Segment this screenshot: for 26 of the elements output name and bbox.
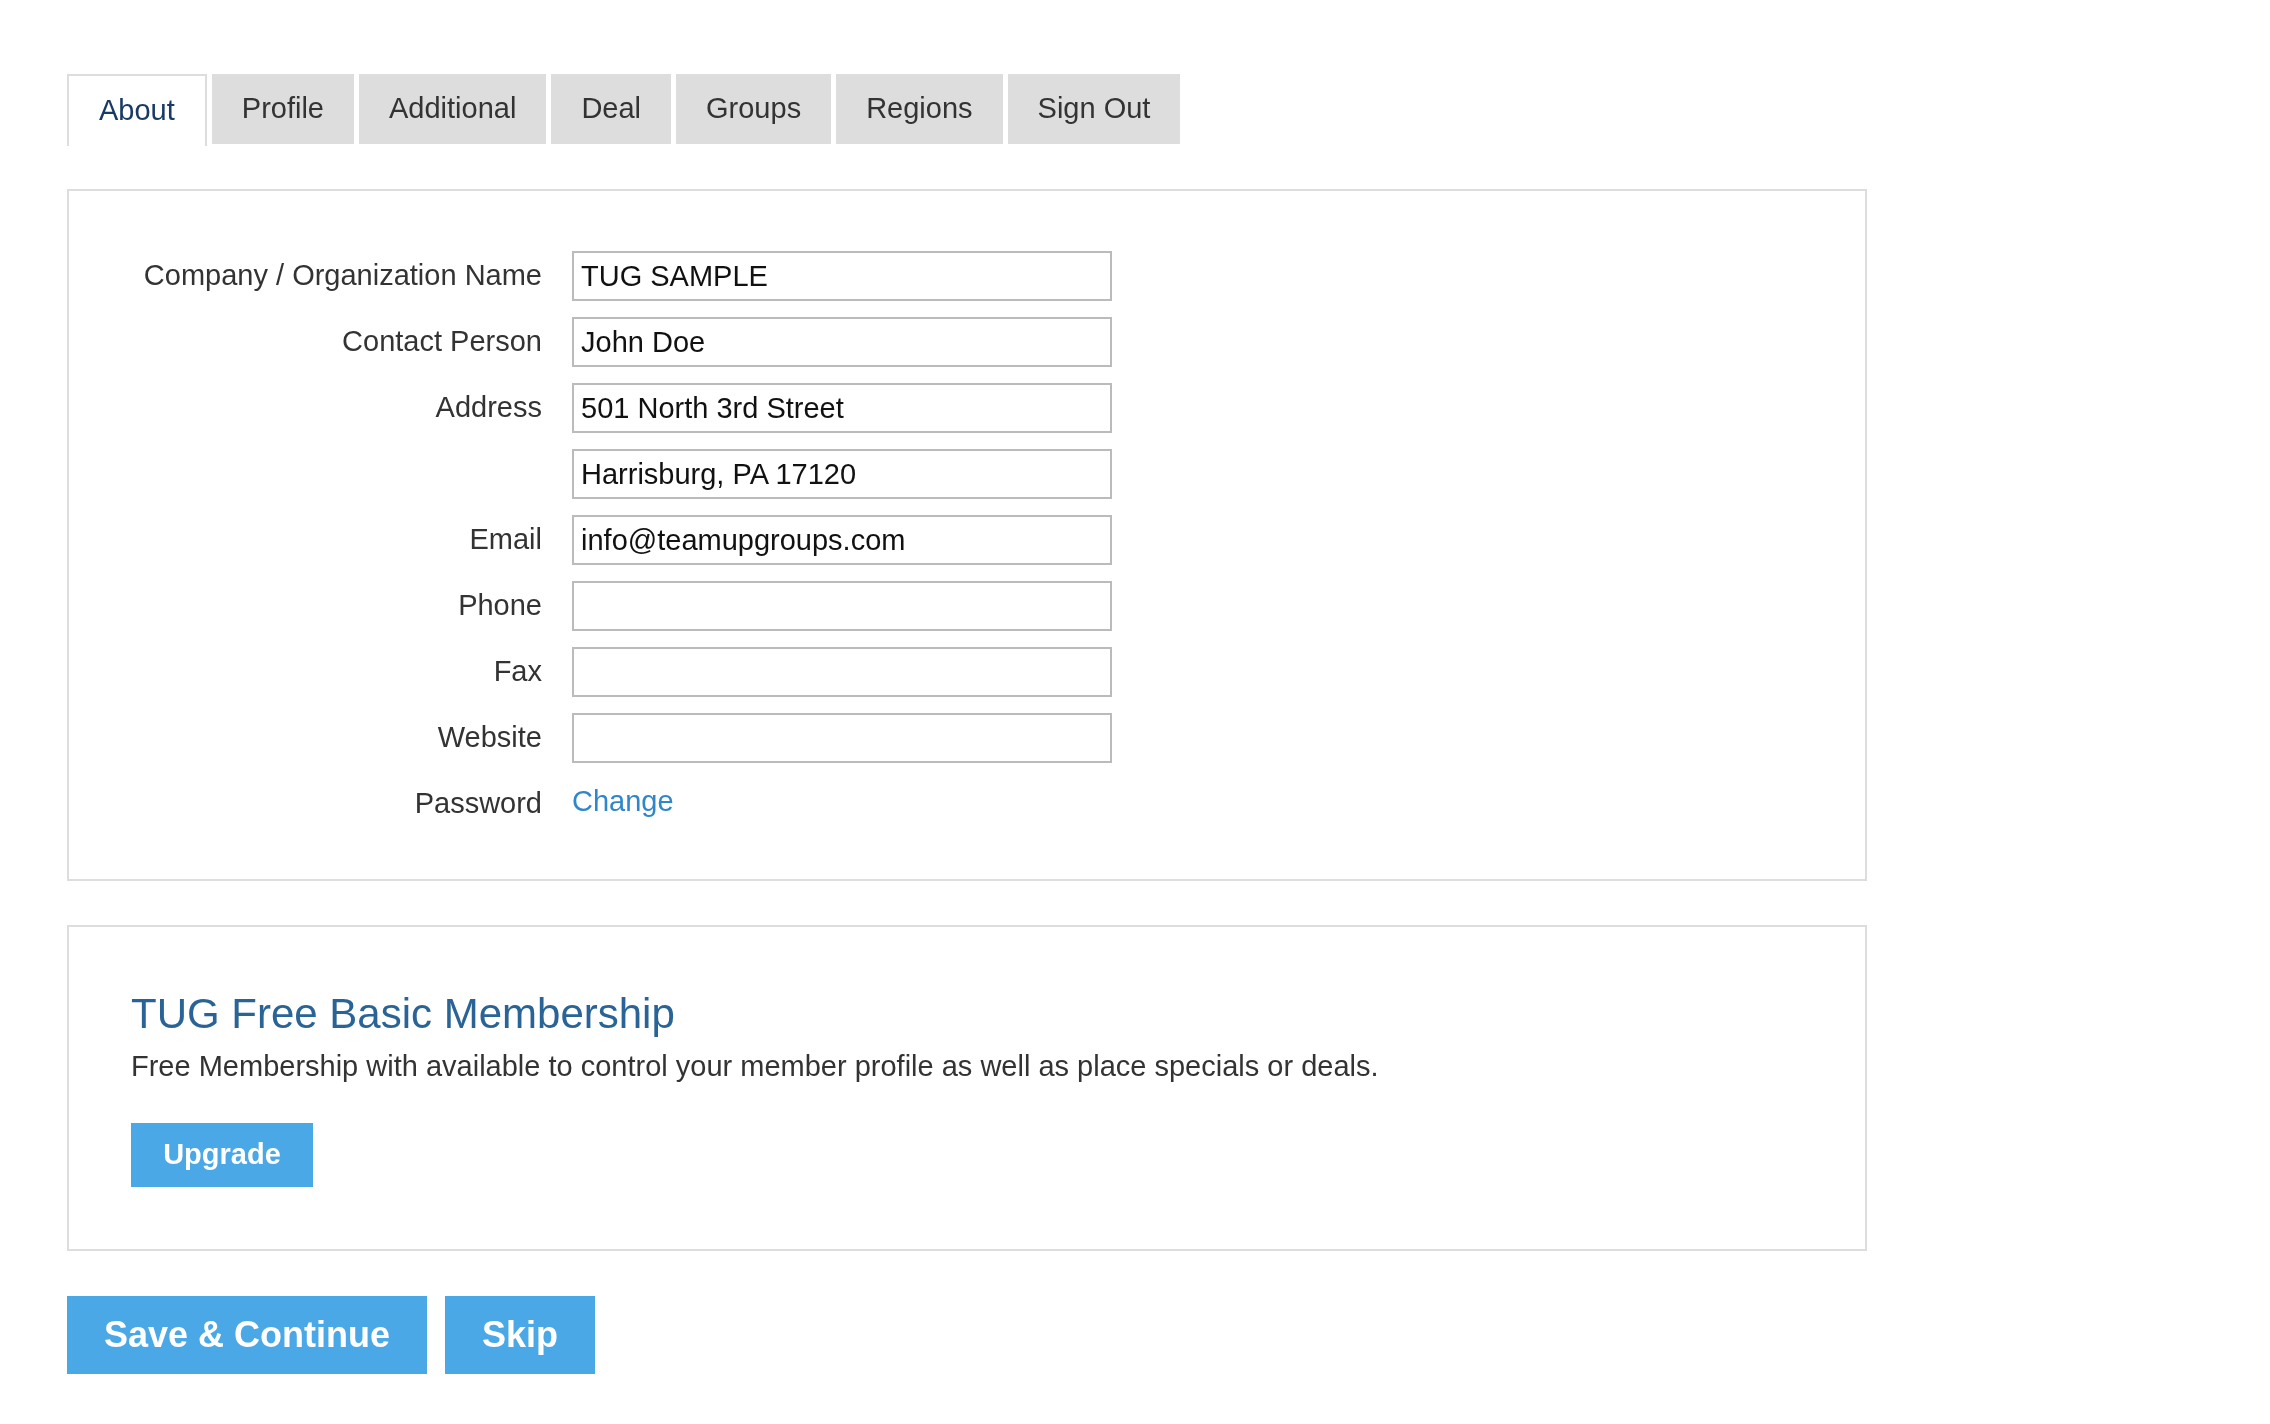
field-label: Password [414,786,542,822]
field-label: Phone [458,588,542,624]
field-label: Fax [493,654,542,690]
input-field[interactable] [572,581,1112,631]
tab[interactable]: Sign Out [1007,74,1181,144]
tab[interactable]: Additional [359,74,547,144]
input-field[interactable]: 501 North 3rd Street [572,383,1112,433]
field-label: Address [435,390,542,426]
tab[interactable]: Profile [211,74,354,144]
tab[interactable]: About [67,74,207,146]
field-label: Email [469,522,542,558]
input-field[interactable] [572,713,1112,763]
input-field[interactable] [572,647,1112,697]
input-field[interactable]: info@teamupgroups.com [572,515,1112,565]
tab[interactable]: Deal [551,74,672,144]
field-label: Company / Organization Name [143,258,542,294]
field-label: Contact Person [342,324,542,360]
input-field[interactable]: TUG SAMPLE [572,251,1112,301]
membership-title: TUG Free Basic Membership [131,989,675,1039]
input-field[interactable]: Harrisburg, PA 17120 [572,449,1112,499]
tab[interactable]: Groups [676,74,832,144]
input-field[interactable]: John Doe [572,317,1112,367]
change-link[interactable]: Change [572,779,674,829]
membership-description: Free Membership with available to control your member profile as well as place specials or deals. [131,1049,1379,1084]
tab[interactable]: Regions [836,74,1003,144]
field-label: Website [437,720,542,756]
